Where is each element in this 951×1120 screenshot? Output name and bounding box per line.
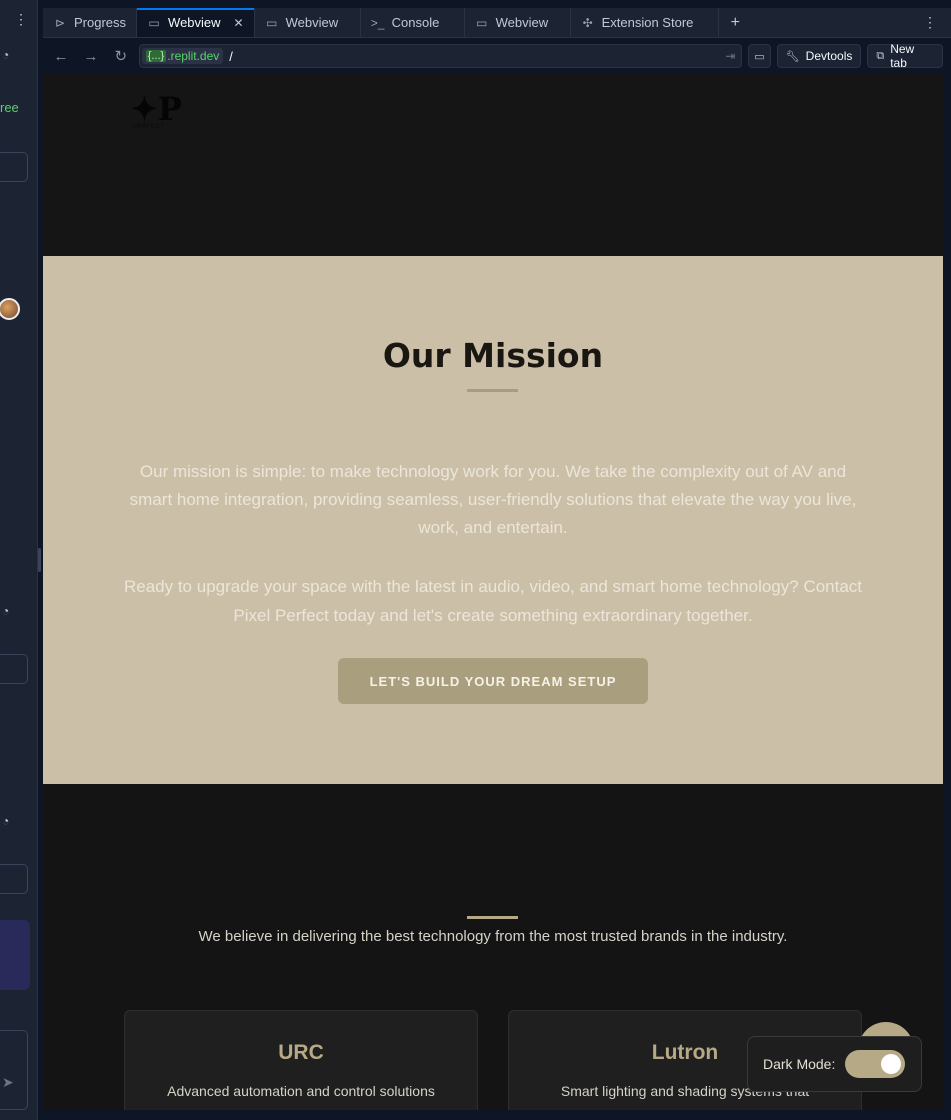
panel-input[interactable] [0,152,28,182]
tab-webview-active[interactable]: ▭ Webview ✕ [137,8,255,37]
mission-title: Our Mission [382,336,604,375]
tab-label: Extension Store [601,15,694,30]
panel-menu-icon[interactable]: ⋮ [14,12,28,26]
forward-icon[interactable]: → [79,48,103,65]
panel-card[interactable] [0,920,30,990]
new-tab-label: New tab [890,42,915,70]
brands-intro: We believe in delivering the best techno… [198,928,788,945]
tab-webview[interactable]: ▭ Webview [465,8,571,37]
replit-workspace: ⋮ ◔ ree ◔ ◔ ➤ ⊳ Progress ▭ Webview ✕ ▭ W… [0,0,951,1120]
url-domain-text: .replit.dev [167,49,220,63]
monitor-icon: ▭ [265,15,278,30]
gauge-icon: ◔ [2,814,10,828]
external-link-icon: ⧉ [876,49,885,62]
chat-input[interactable] [0,1030,28,1110]
toggle-knob [881,1054,902,1074]
gauge-icon: ◔ [2,604,10,618]
tab-webview[interactable]: ▭ Webview [255,8,361,37]
tab-console[interactable]: >_ Console [361,8,465,37]
gauge-icon: ◔ [2,48,10,62]
monitor-icon: ▭ [148,15,160,30]
tab-extension-store[interactable]: ✣ Extension Store [571,8,719,37]
new-tab-button[interactable]: ⧉ New tab [867,42,944,70]
go-arrow-icon[interactable]: ⇥ [725,49,735,63]
dark-mode-label: Dark Mode: [763,1056,836,1072]
tab-bar: ⊳ Progress ▭ Webview ✕ ▭ Webview >_ Cons… [43,8,951,38]
close-icon[interactable]: ✕ [234,16,244,30]
site-header: ✦P PERFECT [43,74,943,256]
logo-text: PERFECT [133,124,165,130]
brand-name: URC [278,1041,324,1064]
webview-content: ✦P PERFECT Our Mission Our mission is si… [43,74,943,1110]
address-bar: ← → ↻ {...} .replit.dev / ⇥ ▭ 🔧︎ Devtool… [43,38,951,74]
tab-label: Webview [495,15,549,30]
tab-label: Console [391,15,440,30]
tab-progress[interactable]: ⊳ Progress [43,8,138,37]
tab-label: Progress [74,15,127,30]
mission-section: Our Mission Our mission is simple: to ma… [43,256,943,784]
url-input[interactable]: {...} .replit.dev / ⇥ [138,44,743,68]
send-icon[interactable]: ➤ [2,1074,14,1091]
bottom-border [43,1110,951,1120]
brand-card[interactable]: URC Advanced automation and control solu… [124,1010,478,1110]
device-preview-button[interactable]: ▭ [748,44,771,68]
puzzle-icon: ✣ [582,15,593,30]
tab-label: Webview [168,15,221,30]
dark-mode-toggle[interactable] [845,1050,906,1078]
add-tab-button[interactable]: + [719,8,752,37]
plan-free-label: ree [0,100,19,115]
left-panel: ⋮ ◔ ree ◔ ◔ ➤ [0,0,38,1120]
site-logo[interactable]: ✦P PERFECT [131,92,182,134]
logo-mark: ✦P [131,90,182,128]
devtools-label: Devtools [805,49,853,63]
panel-resize-handle[interactable] [38,548,41,572]
monitor-icon: ▭ [754,50,765,63]
tab-label: Webview [285,15,339,30]
url-path[interactable]: / [229,49,719,64]
title-underline [467,389,518,392]
back-icon[interactable]: ← [49,48,73,65]
avatar [0,298,20,320]
mission-paragraph: Ready to upgrade your space with the lat… [123,577,863,625]
tab-menu-icon[interactable]: ⋮ [909,8,951,37]
dream-setup-button[interactable]: LET'S BUILD YOUR DREAM SETUP [338,658,648,704]
url-domain-prefix: {...} [145,50,167,62]
devtools-button[interactable]: 🔧︎ Devtools [776,44,862,68]
terminal-icon: >_ [370,15,385,30]
wrench-icon: 🔧︎ [785,50,800,63]
brand-desc: Advanced automation and control solution… [167,1083,435,1099]
reload-icon[interactable]: ↻ [109,47,133,65]
section-underline [467,916,518,919]
mission-paragraph: Our mission is simple: to make technolog… [129,462,857,537]
url-domain: {...} .replit.dev [141,48,224,64]
panel-input[interactable] [0,654,28,684]
progress-icon: ⊳ [54,15,66,30]
monitor-icon: ▭ [475,15,488,30]
panel-input[interactable] [0,864,28,894]
dark-mode-panel: Dark Mode: [747,1036,922,1092]
